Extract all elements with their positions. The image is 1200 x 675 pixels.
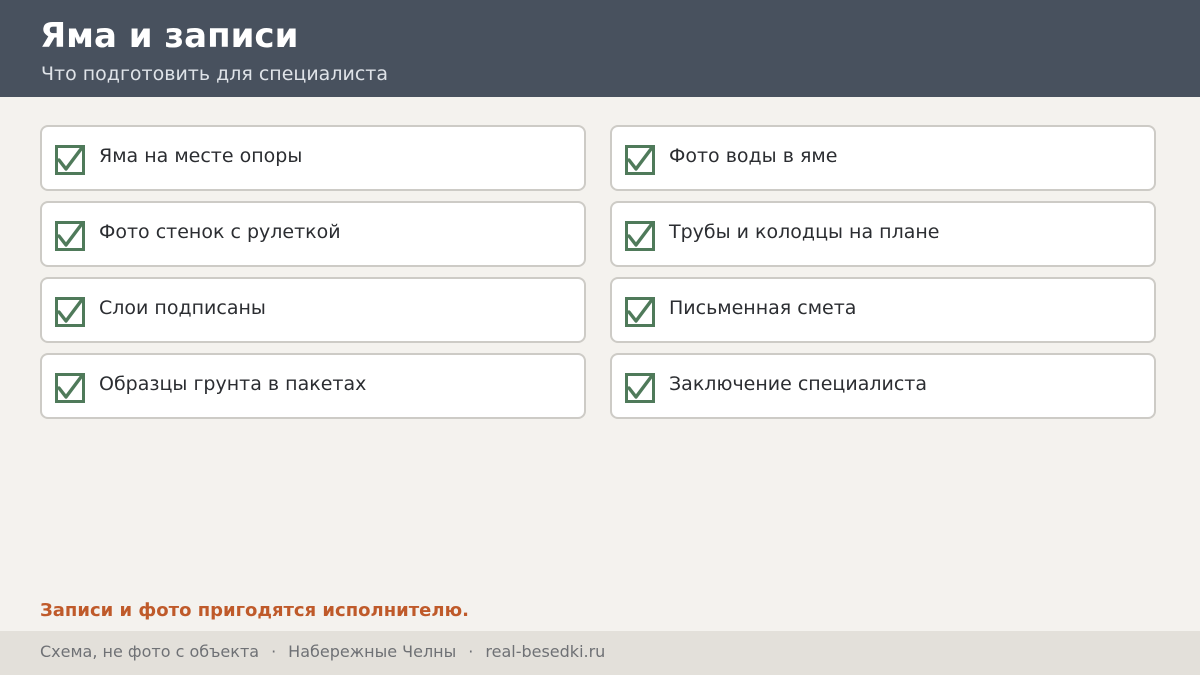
checklist-grid: Яма на месте опоры Фото воды в яме Фото … — [40, 125, 1156, 419]
checked-checkbox-icon[interactable] — [55, 145, 85, 175]
page-subtitle: Что подготовить для специалиста — [41, 63, 388, 85]
checklist-item-label: Слои подписаны — [99, 297, 266, 319]
checklist-item-label: Образцы грунта в пакетах — [99, 373, 367, 395]
checklist-item[interactable]: Слои подписаны — [40, 277, 586, 343]
checked-checkbox-icon[interactable] — [55, 297, 85, 327]
checked-checkbox-icon[interactable] — [55, 221, 85, 251]
footer-separator: · — [271, 642, 277, 661]
checklist-item[interactable]: Фото воды в яме — [610, 125, 1156, 191]
footer-caption: Схема, не фото с объекта — [40, 642, 260, 661]
footer-site: real-besedki.ru — [485, 642, 606, 661]
checklist-item[interactable]: Трубы и колодцы на плане — [610, 201, 1156, 267]
checklist-item-label: Трубы и колодцы на плане — [669, 221, 940, 243]
checked-checkbox-icon[interactable] — [625, 297, 655, 327]
checklist-item-label: Яма на месте опоры — [99, 145, 303, 167]
checklist-item-label: Письменная смета — [669, 297, 857, 319]
checklist-item[interactable]: Яма на месте опоры — [40, 125, 586, 191]
header: Яма и записи Что подготовить для специал… — [0, 0, 1200, 97]
footer-separator: · — [468, 642, 474, 661]
checklist-item[interactable]: Образцы грунта в пакетах — [40, 353, 586, 419]
footer-text: Схема, не фото с объекта · Набережные Челн… — [40, 641, 605, 663]
checked-checkbox-icon[interactable] — [625, 145, 655, 175]
checked-checkbox-icon[interactable] — [625, 221, 655, 251]
note-text: Записи и фото пригодятся исполнителю. — [40, 600, 469, 621]
checklist-item[interactable]: Письменная смета — [610, 277, 1156, 343]
footer: Схема, не фото с объекта · Набережные Челн… — [0, 631, 1200, 675]
checklist-item-label: Фото стенок с рулеткой — [99, 221, 341, 243]
checked-checkbox-icon[interactable] — [625, 373, 655, 403]
checklist-item-label: Заключение специалиста — [669, 373, 927, 395]
footer-city: Набережные Челны — [288, 642, 457, 661]
checklist-item-label: Фото воды в яме — [669, 145, 838, 167]
checked-checkbox-icon[interactable] — [55, 373, 85, 403]
page-title: Яма и записи — [40, 16, 299, 56]
checklist-item[interactable]: Заключение специалиста — [610, 353, 1156, 419]
checklist-item[interactable]: Фото стенок с рулеткой — [40, 201, 586, 267]
